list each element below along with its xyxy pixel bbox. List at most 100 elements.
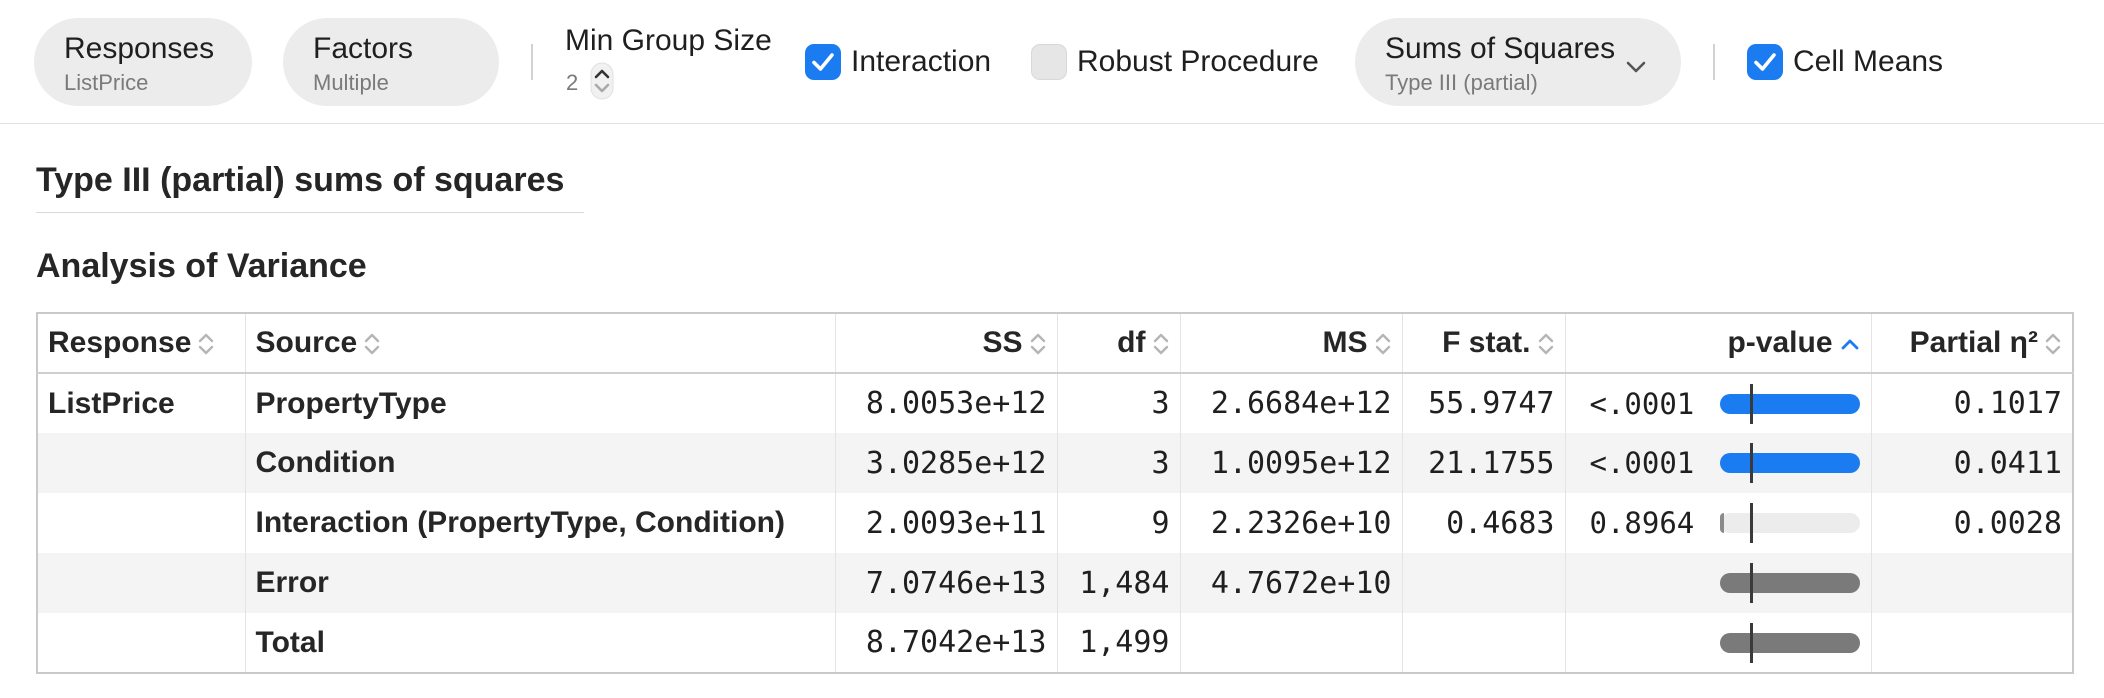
table-header-row: Response Source SS df MS F stat. p-value… [37, 313, 2073, 374]
min-group-size-label: Min Group Size [565, 24, 772, 57]
cell-partial-eta [1870, 553, 2073, 613]
min-group-size-value[interactable]: 2 [566, 68, 578, 98]
p-value-threshold-marker [1749, 503, 1753, 543]
cell-source: Error [244, 553, 835, 613]
cell-f-stat: 0.4683 [1401, 493, 1565, 553]
p-value-text: 0.8964 [1589, 506, 1695, 540]
cell-p-value: <.0001 [1564, 373, 1871, 433]
sort-icon [199, 333, 214, 355]
cell-ms: 2.6684e+12 [1179, 373, 1402, 433]
cell-f-stat [1401, 553, 1565, 613]
column-header-partial-eta[interactable]: Partial η² [1870, 313, 2073, 374]
responses-value: ListPrice [64, 70, 149, 95]
cell-f-stat: 55.9747 [1401, 373, 1565, 433]
cell-ss: 8.7042e+13 [834, 613, 1057, 673]
cell-ss: 3.0285e+12 [834, 433, 1057, 493]
cell-ms: 1.0095e+12 [1179, 433, 1402, 493]
checkmark-icon [1754, 53, 1776, 71]
p-value-threshold-marker [1749, 563, 1753, 603]
cell-source: Interaction (PropertyType, Condition) [244, 493, 835, 553]
toolbar-divider [1713, 44, 1715, 80]
interaction-label[interactable]: Interaction [851, 43, 991, 81]
table-row: ListPrice PropertyType 8.0053e+12 3 2.66… [37, 373, 2073, 433]
cell-source: PropertyType [244, 373, 835, 433]
cell-ms [1179, 613, 1402, 673]
section-title: Analysis of Variance [36, 247, 367, 285]
cell-f-stat: 21.1755 [1401, 433, 1565, 493]
table-row: Error 7.0746e+13 1,484 4.7672e+10 [37, 553, 2073, 613]
p-value-bar [1719, 573, 1860, 593]
sort-icon [1538, 333, 1553, 355]
p-value-bar [1719, 513, 1860, 533]
cell-df: 1,484 [1056, 553, 1180, 613]
interaction-checkbox[interactable] [805, 44, 841, 80]
column-header-ms[interactable]: MS [1179, 313, 1402, 374]
cell-df: 3 [1056, 433, 1180, 493]
page-title: Type III (partial) sums of squares [36, 161, 565, 199]
checkmark-icon [812, 53, 834, 71]
column-header-df[interactable]: df [1056, 313, 1180, 374]
robust-procedure-checkbox[interactable] [1031, 44, 1067, 80]
cell-response [37, 613, 245, 673]
cell-source: Condition [244, 433, 835, 493]
cell-ss: 8.0053e+12 [834, 373, 1057, 433]
cell-df: 3 [1056, 373, 1180, 433]
cell-partial-eta: 0.1017 [1870, 373, 2073, 433]
min-group-size-stepper[interactable] [590, 62, 614, 100]
p-value-text: <.0001 [1589, 387, 1695, 421]
toolbar: Responses ListPrice Factors Multiple Min… [0, 0, 2104, 124]
p-value-threshold-marker [1749, 443, 1753, 483]
sort-icon [1375, 333, 1390, 355]
cell-response [37, 553, 245, 613]
column-header-f-stat[interactable]: F stat. [1401, 313, 1565, 374]
sort-ascending-icon [1841, 339, 1858, 350]
p-value-bar [1719, 633, 1860, 653]
cell-response [37, 493, 245, 553]
cell-ss: 7.0746e+13 [834, 553, 1057, 613]
p-value-bar [1719, 453, 1860, 473]
cell-p-value [1564, 553, 1871, 613]
cell-source: Total [244, 613, 835, 673]
column-header-source[interactable]: Source [244, 313, 835, 374]
anova-table: Response Source SS df MS F stat. p-value… [36, 312, 2074, 674]
cell-f-stat [1401, 613, 1565, 673]
cell-partial-eta [1870, 613, 2073, 673]
p-value-bar [1719, 394, 1860, 414]
responses-label: Responses [64, 32, 215, 65]
cell-ms: 2.2326e+10 [1179, 493, 1402, 553]
table-row: Condition 3.0285e+12 3 1.0095e+12 21.175… [37, 433, 2073, 493]
cell-means-checkbox[interactable] [1747, 44, 1783, 80]
cell-p-value [1564, 613, 1871, 673]
sort-icon [1030, 333, 1045, 355]
column-header-p-value[interactable]: p-value [1564, 313, 1871, 374]
factors-value: Multiple [313, 70, 389, 95]
sort-icon [1153, 333, 1168, 355]
column-header-ss[interactable]: SS [834, 313, 1057, 374]
cell-partial-eta: 0.0411 [1870, 433, 2073, 493]
cell-partial-eta: 0.0028 [1870, 493, 2073, 553]
table-row: Total 8.7042e+13 1,499 [37, 613, 2073, 673]
factors-selector[interactable]: Factors Multiple [283, 18, 499, 106]
responses-selector[interactable]: Responses ListPrice [34, 18, 252, 106]
factors-label: Factors [313, 32, 414, 65]
cell-df: 9 [1056, 493, 1180, 553]
p-value-threshold-marker [1749, 623, 1753, 663]
title-divider [36, 212, 584, 213]
toolbar-divider [531, 44, 533, 80]
p-value-threshold-marker [1749, 384, 1753, 424]
cell-p-value: 0.8964 [1564, 493, 1871, 553]
cell-ss: 2.0093e+11 [834, 493, 1057, 553]
p-value-bar-fill [1719, 513, 1724, 533]
table-row: Interaction (PropertyType, Condition) 2.… [37, 493, 2073, 553]
cell-df: 1,499 [1056, 613, 1180, 673]
p-value-text: <.0001 [1589, 446, 1695, 480]
cell-response: ListPrice [48, 386, 175, 420]
cell-means-label[interactable]: Cell Means [1793, 43, 1943, 81]
sort-icon [2045, 333, 2061, 355]
column-header-response[interactable]: Response [37, 313, 245, 374]
sums-of-squares-dropdown[interactable]: Sums of Squares Type III (partial) [1355, 18, 1681, 106]
robust-procedure-label[interactable]: Robust Procedure [1077, 43, 1319, 81]
chevron-down-icon [1626, 61, 1646, 73]
cell-ms: 4.7672e+10 [1179, 553, 1402, 613]
sort-icon [365, 333, 380, 355]
